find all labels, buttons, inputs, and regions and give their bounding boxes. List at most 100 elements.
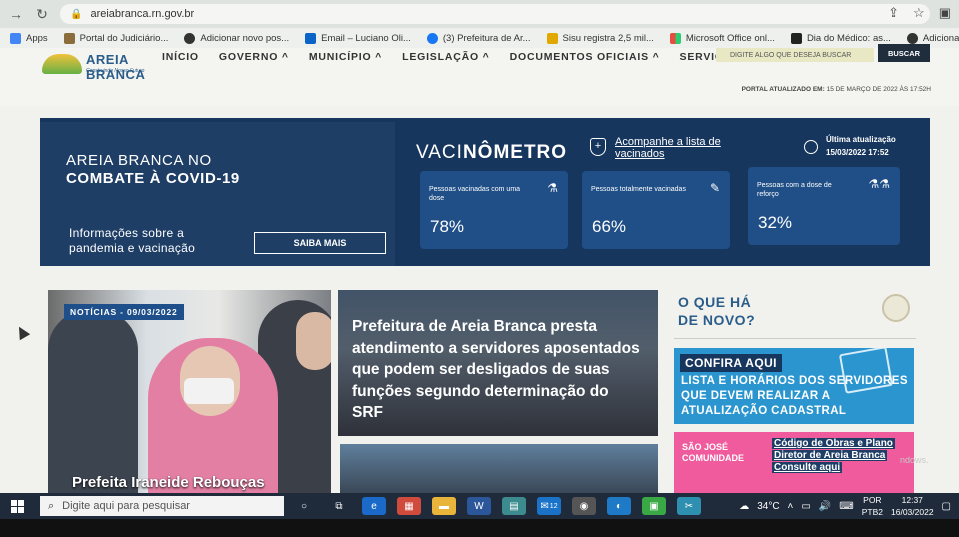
taskbar-clock[interactable]: 12:37 16/03/2022 bbox=[891, 494, 934, 518]
forward-arrow-icon[interactable]: → bbox=[6, 4, 26, 24]
chevron-down-icon: ^ bbox=[478, 51, 490, 63]
search-button[interactable]: BUSCAR bbox=[878, 44, 930, 62]
excel-like-icon[interactable]: ▣ bbox=[642, 497, 666, 515]
file-explorer-icon[interactable]: ▬ bbox=[432, 497, 456, 515]
news-date-tag: NOTÍCIAS - 09/03/2022 bbox=[64, 304, 184, 320]
bookmark-office[interactable]: Microsoft Office onl... bbox=[669, 32, 775, 44]
syringe-icon: ✎ bbox=[709, 181, 720, 195]
news-main-card[interactable]: NOTÍCIAS - 09/03/2022 Prefeita Iraneide … bbox=[48, 290, 331, 494]
shield-plus-icon: + bbox=[590, 138, 606, 156]
bookmark-wordpress-1[interactable]: Adicionar novo pos... bbox=[184, 32, 289, 44]
fm-icon bbox=[790, 32, 802, 44]
saiba-mais-button[interactable]: SAIBA MAIS bbox=[254, 232, 386, 254]
bookmark-facebook[interactable]: (3) Prefeitura de Ar... bbox=[426, 32, 531, 44]
nav-governo[interactable]: GOVERNO ^ bbox=[219, 51, 289, 63]
star-icon[interactable]: ☆ bbox=[913, 5, 925, 21]
wordpress-icon bbox=[906, 32, 918, 44]
site-header: AREIA BRANCA Construindo Nosso Futuro IN… bbox=[0, 44, 959, 106]
bookmark-sisu[interactable]: Sisu registra 2,5 mil... bbox=[546, 32, 654, 44]
chevron-up-icon[interactable]: ˄ bbox=[788, 501, 794, 512]
banner-title-line2: COMBATE À COVID-19 bbox=[66, 170, 240, 187]
store-icon[interactable]: ▦ bbox=[397, 497, 421, 515]
bookmark-judiciario[interactable]: Portal do Judiciário... bbox=[63, 32, 168, 44]
notifications-icon[interactable]: ▢ bbox=[942, 501, 951, 512]
portal-updated: PORTAL ATUALIZADO EM: 15 DE MARÇO DE 202… bbox=[741, 86, 931, 93]
url-field[interactable]: 🔒 areiabranca.rn.gov.br bbox=[60, 4, 930, 24]
keyboard-icon[interactable]: ⌨ bbox=[839, 501, 853, 512]
vac-card-one-dose: Pessoas vacinadas com uma dose ⚗ 78% bbox=[420, 171, 568, 249]
bookmark-email[interactable]: Email – Luciano Oli... bbox=[305, 32, 411, 44]
judiciary-seal-icon bbox=[63, 32, 75, 44]
banner-left-panel: AREIA BRANCA NO COMBATE À COVID-19 Infor… bbox=[40, 122, 395, 266]
screen: → ↻ 🔒 areiabranca.rn.gov.br ⇪ ☆ ▣ Apps P… bbox=[0, 0, 959, 537]
start-button[interactable] bbox=[0, 493, 34, 519]
news-feature-headline: Prefeitura de Areia Branca presta atendi… bbox=[352, 318, 640, 421]
promo1-text: LISTA E HORÁRIOS DOS SERVIDORES QUE DEVE… bbox=[681, 375, 908, 417]
mail-icon[interactable]: ✉ 12 bbox=[537, 497, 561, 515]
edge-legacy-icon[interactable]: e bbox=[362, 497, 386, 515]
news-feature-card[interactable]: Prefeitura de Areia Branca presta atendi… bbox=[338, 290, 658, 436]
word-icon[interactable]: W bbox=[467, 497, 491, 515]
city-seal-icon bbox=[882, 294, 910, 322]
logo-tagline: Construindo Nosso Futuro bbox=[86, 68, 145, 74]
nav-municipio[interactable]: MUNICÍPIO ^ bbox=[309, 51, 382, 63]
logo-mark-icon bbox=[42, 54, 82, 74]
sidepanel-icon[interactable]: ▣ bbox=[939, 5, 951, 21]
vaccinated-list-link[interactable]: Acompanhe a lista de vacinados bbox=[615, 136, 735, 160]
nav-documentos[interactable]: DOCUMENTOS OFICIAIS ^ bbox=[510, 51, 660, 63]
weather-temp[interactable]: 34°C bbox=[757, 501, 779, 512]
reload-icon[interactable]: ↻ bbox=[32, 4, 52, 24]
vacinometro-title: VACINÔMETRO bbox=[416, 142, 568, 163]
taskbar-apps: ○ ⧉ e ▦ ▬ W ▤ ✉ 12 ◉ ◐ ▣ ✂ bbox=[292, 497, 701, 515]
wordpress-icon bbox=[184, 32, 196, 44]
volume-icon[interactable]: 🔊 bbox=[819, 501, 831, 512]
promo2-lines: Código de Obras e Plano Diretor de Areia… bbox=[772, 438, 895, 473]
promo-codigo-obras[interactable]: SÃO JOSÉ COMUNIDADE Código de Obras e Pl… bbox=[674, 432, 914, 494]
bookmarks-bar: Apps Portal do Judiciário... Adicionar n… bbox=[0, 28, 959, 48]
site-logo[interactable]: AREIA BRANCA Construindo Nosso Futuro bbox=[40, 48, 150, 82]
news-bolt-icon bbox=[546, 32, 558, 44]
banner-info-line2: pandemia e vacinação bbox=[69, 241, 196, 255]
url-text: areiabranca.rn.gov.br bbox=[90, 8, 195, 20]
nav-legislacao[interactable]: LEGISLAÇÃO ^ bbox=[402, 51, 490, 63]
notepad-icon[interactable]: ▤ bbox=[502, 497, 526, 515]
edge-icon[interactable]: ◐ bbox=[607, 497, 631, 515]
weather-cloud-icon[interactable]: ☁ bbox=[739, 501, 749, 512]
update-clock-icon bbox=[804, 140, 818, 154]
banner-info-line1: Informações sobre a bbox=[69, 226, 185, 240]
site-search-input[interactable]: DIGITE ALGO QUE DESEJA BUSCAR bbox=[716, 48, 874, 62]
promo-cadastral-update[interactable]: CONFIRA AQUI LISTA E HORÁRIOS DOS SERVID… bbox=[674, 348, 914, 424]
confira-badge: CONFIRA AQUI bbox=[680, 354, 782, 372]
windows-logo-icon bbox=[10, 499, 24, 513]
share-icon[interactable]: ⇪ bbox=[888, 5, 899, 21]
lock-icon: 🔒 bbox=[70, 8, 83, 20]
windows-activation-watermark: ndows. bbox=[900, 455, 929, 465]
divider bbox=[674, 338, 916, 339]
windows-taskbar: ⌕ Digite aqui para pesquisar ○ ⧉ e ▦ ▬ W… bbox=[0, 493, 959, 519]
search-icon: ⌕ bbox=[48, 499, 55, 512]
system-tray: ☁ 34°C ˄ ▭ 🔊 ⌨ POR PTB2 12:37 16/03/2022 ▢ bbox=[739, 493, 951, 519]
bookmark-wordpress-2[interactable]: Adicionar novo pos... bbox=[906, 32, 959, 44]
snipping-icon[interactable]: ✂ bbox=[677, 497, 701, 515]
bookmark-dia-medico[interactable]: Dia do Médico: as... bbox=[790, 32, 891, 44]
vaccine-vial-icon: ⚗ bbox=[547, 181, 558, 195]
facebook-icon bbox=[426, 32, 438, 44]
microsoft-icon bbox=[669, 32, 681, 44]
mouse-cursor-icon bbox=[13, 323, 31, 341]
network-icon[interactable]: ▭ bbox=[801, 501, 810, 512]
taskbar-search[interactable]: ⌕ Digite aqui para pesquisar bbox=[40, 496, 284, 516]
main-nav: INÍCIO GOVERNO ^ MUNICÍPIO ^ LEGISLAÇÃO … bbox=[162, 51, 740, 63]
vac-card-full: Pessoas totalmente vacinadas ✎ 66% bbox=[582, 171, 730, 249]
booster-vials-icon: ⚗⚗ bbox=[868, 177, 890, 191]
chrome-icon[interactable]: ◉ bbox=[572, 497, 596, 515]
logo-name: AREIA BRANCA bbox=[86, 52, 146, 82]
task-view-icon[interactable]: ⧉ bbox=[327, 497, 351, 515]
browser-address-bar: → ↻ 🔒 areiabranca.rn.gov.br ⇪ ☆ ▣ bbox=[0, 0, 959, 28]
nav-inicio[interactable]: INÍCIO bbox=[162, 51, 199, 63]
bookmark-apps[interactable]: Apps bbox=[10, 32, 48, 44]
language-indicator[interactable]: POR PTB2 bbox=[862, 494, 883, 518]
cortana-icon[interactable]: ○ bbox=[292, 497, 316, 515]
monitor-bezel bbox=[0, 519, 959, 537]
news-second-card[interactable] bbox=[340, 444, 658, 494]
chevron-down-icon: ^ bbox=[371, 51, 383, 63]
